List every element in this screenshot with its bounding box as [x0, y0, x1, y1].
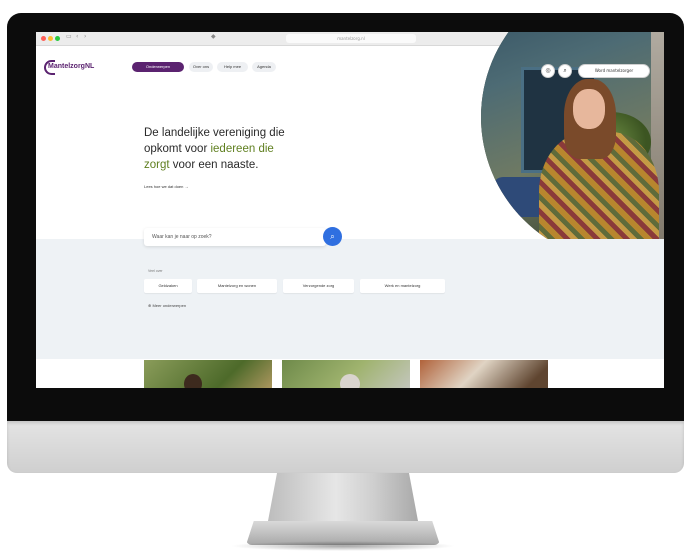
topic-chip-geldzaken[interactable]: Geldzaken — [144, 279, 192, 293]
monitor-chin — [7, 421, 684, 473]
topic-chip-wonen[interactable]: Mantelzorg en wonen — [197, 279, 277, 293]
nav-onderwerpen[interactable]: Onderwerpen — [132, 62, 184, 72]
nav-agenda[interactable]: Agenda — [252, 62, 276, 72]
nav-help-mee[interactable]: Help mee — [217, 62, 248, 72]
member-button[interactable]: Word mantelzorger — [578, 64, 650, 78]
search-icon[interactable]: ⌕ — [558, 64, 572, 78]
search-placeholder: Waar kan je naar op zoek? — [152, 234, 212, 240]
more-topics-link[interactable]: ⊕ Meer onderwerpen — [148, 303, 186, 308]
hero-more-link[interactable]: Lees hoe we dat doen → — [144, 184, 188, 189]
forward-icon[interactable]: › — [84, 33, 86, 40]
monitor-stand — [268, 473, 418, 521]
stand-shadow — [230, 541, 456, 551]
hero-headline: De landelijke vereniging die opkomt voor… — [144, 127, 285, 171]
nav-over-ons[interactable]: Over ons — [189, 62, 213, 72]
accessibility-icon[interactable]: ◎ — [541, 64, 555, 78]
close-window-button[interactable] — [41, 36, 46, 41]
topics-label: Veel over — [148, 269, 163, 273]
article-card[interactable] — [144, 360, 272, 388]
minimize-window-button[interactable] — [48, 36, 53, 41]
search-input[interactable]: Waar kan je naar op zoek? — [144, 228, 326, 246]
search-button[interactable]: ⌕ — [323, 227, 342, 246]
shield-icon[interactable]: ◆ — [211, 33, 216, 40]
article-card[interactable] — [282, 360, 410, 388]
address-bar-url: mantelzorg.nl — [337, 36, 365, 41]
article-card[interactable] — [420, 360, 548, 388]
search-section — [36, 239, 664, 359]
site-logo[interactable]: MantelzorgNL — [48, 63, 94, 70]
topic-chip-zorg[interactable]: Verzorgende zorg — [283, 279, 354, 293]
sidebar-icon[interactable]: ▭ — [66, 33, 72, 40]
maximize-window-button[interactable] — [55, 36, 60, 41]
topic-chip-werk[interactable]: Werk en mantelzorg — [360, 279, 445, 293]
screen: ▭ ‹ › ◆ mantelzorg.nl ⇧ + ▣ MantelzorgNL… — [36, 32, 664, 388]
back-icon[interactable]: ‹ — [76, 33, 78, 40]
address-bar[interactable]: mantelzorg.nl — [286, 34, 416, 43]
